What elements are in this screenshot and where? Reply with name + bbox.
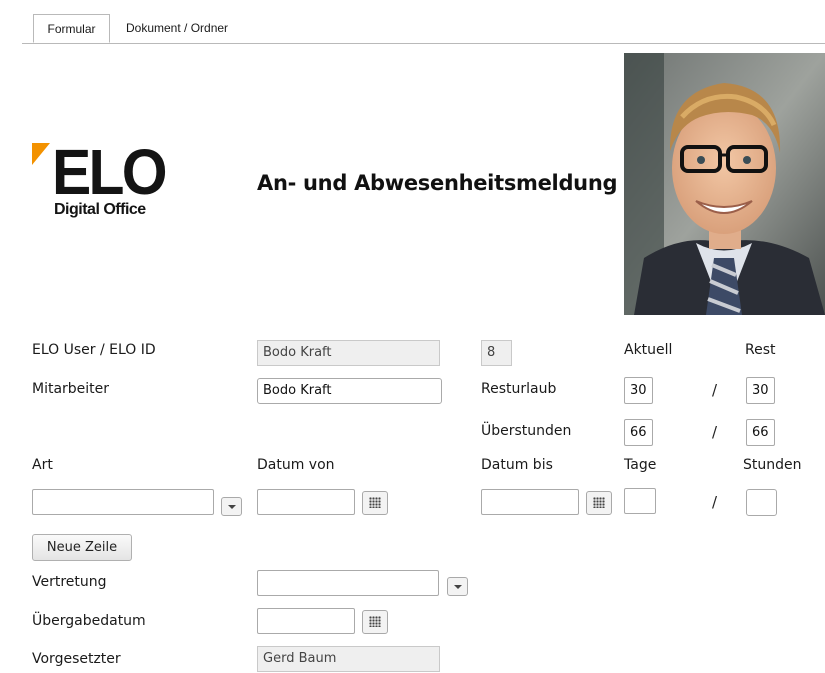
resturlaub-rest-input[interactable]: 30 [746, 377, 775, 404]
logo-subtitle: Digital Office [54, 201, 146, 218]
calendar-grid-icon [369, 616, 381, 627]
tab-formular[interactable]: Formular [33, 14, 110, 43]
tab-dokument-ordner[interactable]: Dokument / Ordner [118, 14, 258, 43]
calendar-grid-icon [593, 497, 605, 508]
user-photo [624, 53, 825, 315]
page-title: An- und Abwesenheitsmeldung [257, 171, 618, 195]
stunden-input[interactable] [746, 489, 777, 516]
datum-bis-calendar-icon[interactable] [586, 491, 612, 515]
resturlaub-aktuell-input[interactable]: 30 [624, 377, 653, 404]
vertretung-label: Vertretung [32, 574, 107, 590]
vorgesetzter-field: Gerd Baum [257, 646, 440, 672]
separator-slash: / [712, 493, 718, 511]
neue-zeile-button[interactable]: Neue Zeile [32, 534, 132, 561]
stunden-label: Stunden [743, 457, 802, 473]
calendar-grid-icon [369, 497, 381, 508]
art-select[interactable] [32, 489, 214, 515]
elo-logo: ELO Digital Office [32, 136, 172, 228]
resturlaub-label: Resturlaub [481, 381, 557, 397]
uebergabedatum-label: Übergabedatum [32, 613, 146, 629]
ueberstunden-rest-input[interactable]: 66 [746, 419, 775, 446]
datum-von-input[interactable] [257, 489, 355, 515]
datum-bis-input[interactable] [481, 489, 579, 515]
datum-von-calendar-icon[interactable] [362, 491, 388, 515]
elo-user-field: Bodo Kraft [257, 340, 440, 366]
logo-accent-triangle [32, 143, 50, 165]
separator-slash: / [712, 423, 718, 441]
vertretung-select[interactable] [257, 570, 439, 596]
vorgesetzter-label: Vorgesetzter [32, 651, 121, 667]
portrait-image [624, 53, 825, 315]
rest-header: Rest [745, 342, 776, 358]
tab-divider [22, 43, 825, 44]
mitarbeiter-input[interactable]: Bodo Kraft [257, 378, 442, 404]
mitarbeiter-label: Mitarbeiter [32, 381, 110, 397]
uebergabedatum-calendar-icon[interactable] [362, 610, 388, 634]
ueberstunden-aktuell-input[interactable]: 66 [624, 419, 653, 446]
elo-user-label: ELO User / ELO ID [32, 342, 156, 358]
tab-bar: Formular Dokument / Ordner [0, 0, 825, 44]
uebergabedatum-input[interactable] [257, 608, 355, 634]
vertretung-dropdown-chevron-down-icon[interactable] [447, 577, 468, 596]
ueberstunden-label: Überstunden [481, 423, 572, 439]
tage-label: Tage [624, 457, 657, 473]
datum-bis-label: Datum bis [481, 457, 553, 473]
art-label: Art [32, 457, 53, 473]
separator-slash: / [712, 381, 718, 399]
tage-input[interactable] [624, 488, 656, 514]
logo-wordmark: ELO [52, 136, 168, 208]
art-dropdown-chevron-down-icon[interactable] [221, 497, 242, 516]
datum-von-label: Datum von [257, 457, 335, 473]
elo-id-field: 8 [481, 340, 512, 366]
aktuell-header: Aktuell [624, 342, 673, 358]
